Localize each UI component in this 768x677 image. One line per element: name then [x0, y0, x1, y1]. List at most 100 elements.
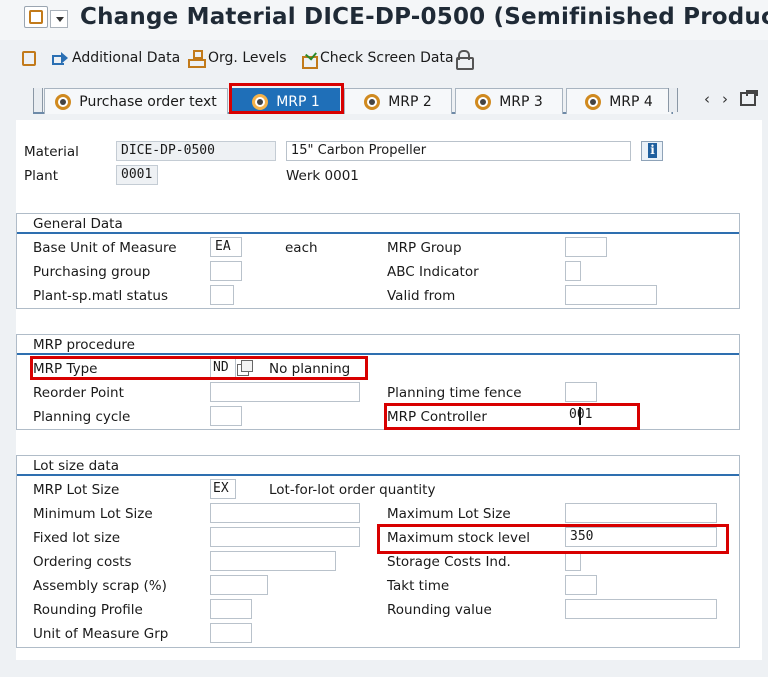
menu-dropdown-button[interactable]	[50, 10, 68, 28]
mrp-controller-field[interactable]: 001	[565, 406, 607, 426]
tab-mrp-4[interactable]: MRP 4	[566, 88, 672, 114]
plant-description: Werk 0001	[286, 168, 359, 184]
assembly-scrap-field[interactable]	[210, 575, 268, 595]
mrp-lot-size-field[interactable]: EX	[210, 479, 236, 499]
storage-costs-label: Storage Costs Ind.	[387, 554, 511, 570]
group-title: Lot size data	[17, 456, 739, 476]
uom-group-label: Unit of Measure Grp	[33, 626, 169, 642]
storage-costs-field[interactable]	[565, 551, 581, 571]
takt-time-label: Takt time	[387, 578, 450, 594]
lock-button[interactable]	[456, 48, 474, 70]
maximum-stock-level-field[interactable]: 350	[565, 527, 717, 547]
tab-label: Purchase order text	[79, 93, 217, 110]
new-document-button[interactable]	[22, 48, 36, 68]
base-uom-field[interactable]: EA	[210, 237, 242, 257]
arrow-right-icon	[52, 50, 68, 66]
maximum-stock-level-label: Maximum stock level	[387, 530, 531, 546]
planning-time-fence-field[interactable]	[565, 382, 597, 402]
mrp-type-text: No planning	[269, 361, 351, 377]
tab-strip-right-edge	[668, 88, 678, 112]
tab-label: MRP 1	[276, 93, 320, 110]
mrp-group-label: MRP Group	[387, 240, 462, 256]
group-title: General Data	[17, 214, 739, 234]
base-uom-text: each	[285, 240, 318, 256]
check-screen-data-label: Check Screen Data	[320, 50, 454, 66]
purchasing-group-label: Purchasing group	[33, 264, 151, 280]
minimum-lot-size-field[interactable]	[210, 503, 360, 523]
abc-indicator-field[interactable]	[565, 261, 581, 281]
tab-icon	[585, 93, 602, 110]
tab-icon	[55, 93, 72, 110]
tab-purchase-order-text[interactable]: Purchase order text	[44, 88, 228, 114]
check-screen-data-button[interactable]: Check Screen Data	[300, 48, 454, 69]
rounding-profile-field[interactable]	[210, 599, 252, 619]
tab-strip-left-edge	[33, 88, 43, 112]
reorder-point-field[interactable]	[210, 382, 360, 402]
tab-mrp-3[interactable]: MRP 3	[455, 88, 563, 114]
tab-scroll-left-button[interactable]: ‹	[700, 90, 714, 108]
material-label: Material	[24, 144, 79, 160]
group-title: MRP procedure	[17, 335, 739, 355]
tab-label: MRP 4	[609, 93, 653, 110]
application-toolbar: Additional Data Org. Levels Check Screen…	[0, 40, 768, 76]
tab-icon	[252, 93, 269, 110]
tab-scroll-right-button[interactable]: ›	[718, 90, 732, 108]
org-levels-label: Org. Levels	[208, 50, 287, 66]
info-icon[interactable]	[641, 141, 663, 161]
fixed-lot-size-label: Fixed lot size	[33, 530, 121, 546]
plant-status-field[interactable]	[210, 285, 234, 305]
tab-label: MRP 3	[499, 93, 543, 110]
ordering-costs-field[interactable]	[210, 551, 336, 571]
transaction-icon[interactable]	[24, 6, 48, 28]
planning-cycle-field[interactable]	[210, 406, 242, 426]
ordering-costs-label: Ordering costs	[33, 554, 132, 570]
org-structure-icon	[188, 50, 206, 68]
mrp-lot-size-label: MRP Lot Size	[33, 482, 120, 498]
mrp-controller-label: MRP Controller	[387, 409, 487, 425]
value-help-icon[interactable]	[237, 360, 253, 376]
additional-data-label: Additional Data	[72, 50, 181, 66]
assembly-scrap-label: Assembly scrap (%)	[33, 578, 167, 594]
planning-cycle-label: Planning cycle	[33, 409, 131, 425]
title-bar: Change Material DICE-DP-0500 (Semifinish…	[0, 0, 768, 40]
valid-from-label: Valid from	[387, 288, 456, 304]
material-field[interactable]: DICE-DP-0500	[116, 141, 276, 161]
tab-icon	[475, 93, 492, 110]
tab-mrp-1[interactable]: MRP 1	[232, 88, 340, 114]
tab-mrp-2[interactable]: MRP 2	[344, 88, 452, 114]
maximum-lot-size-label: Maximum Lot Size	[387, 506, 511, 522]
uom-group-field[interactable]	[210, 623, 252, 643]
rounding-value-field[interactable]	[565, 599, 717, 619]
reorder-point-label: Reorder Point	[33, 385, 124, 401]
main-content: Material DICE-DP-0500 15" Carbon Propell…	[16, 120, 762, 660]
lot-size-data-group: Lot size data MRP Lot Size EX Lot-for-lo…	[16, 455, 740, 648]
tab-icon	[364, 93, 381, 110]
minimum-lot-size-label: Minimum Lot Size	[33, 506, 153, 522]
mrp-lot-size-text: Lot-for-lot order quantity	[269, 482, 436, 498]
takt-time-field[interactable]	[565, 575, 597, 595]
tab-strip: Purchase order text MRP 1 MRP 2 MRP 3 MR…	[0, 84, 768, 116]
material-description-field[interactable]: 15" Carbon Propeller	[286, 141, 631, 161]
lock-icon	[456, 50, 474, 70]
additional-data-button[interactable]: Additional Data	[52, 48, 180, 68]
general-data-group: General Data Base Unit of Measure EA eac…	[16, 213, 740, 309]
org-levels-button[interactable]: Org. Levels	[188, 48, 287, 68]
fixed-lot-size-field[interactable]	[210, 527, 360, 547]
rounding-value-label: Rounding value	[387, 602, 492, 618]
valid-from-field[interactable]	[565, 285, 657, 305]
plant-field[interactable]: 0001	[116, 165, 158, 185]
planning-time-fence-label: Planning time fence	[387, 385, 522, 401]
rounding-profile-label: Rounding Profile	[33, 602, 143, 618]
mrp-group-field[interactable]	[565, 237, 607, 257]
purchasing-group-field[interactable]	[210, 261, 242, 281]
tab-label: MRP 2	[388, 93, 432, 110]
plant-label: Plant	[24, 168, 59, 184]
abc-indicator-label: ABC Indicator	[387, 264, 479, 280]
mrp-type-label: MRP Type	[33, 361, 98, 377]
maximum-lot-size-field[interactable]	[565, 503, 717, 523]
mrp-procedure-group: MRP procedure MRP Type ND No planning Re…	[16, 334, 740, 430]
page-title: Change Material DICE-DP-0500 (Semifinish…	[80, 4, 768, 30]
tab-list-icon[interactable]	[740, 90, 758, 106]
document-icon	[22, 50, 36, 66]
mrp-type-field[interactable]: ND	[210, 358, 236, 378]
